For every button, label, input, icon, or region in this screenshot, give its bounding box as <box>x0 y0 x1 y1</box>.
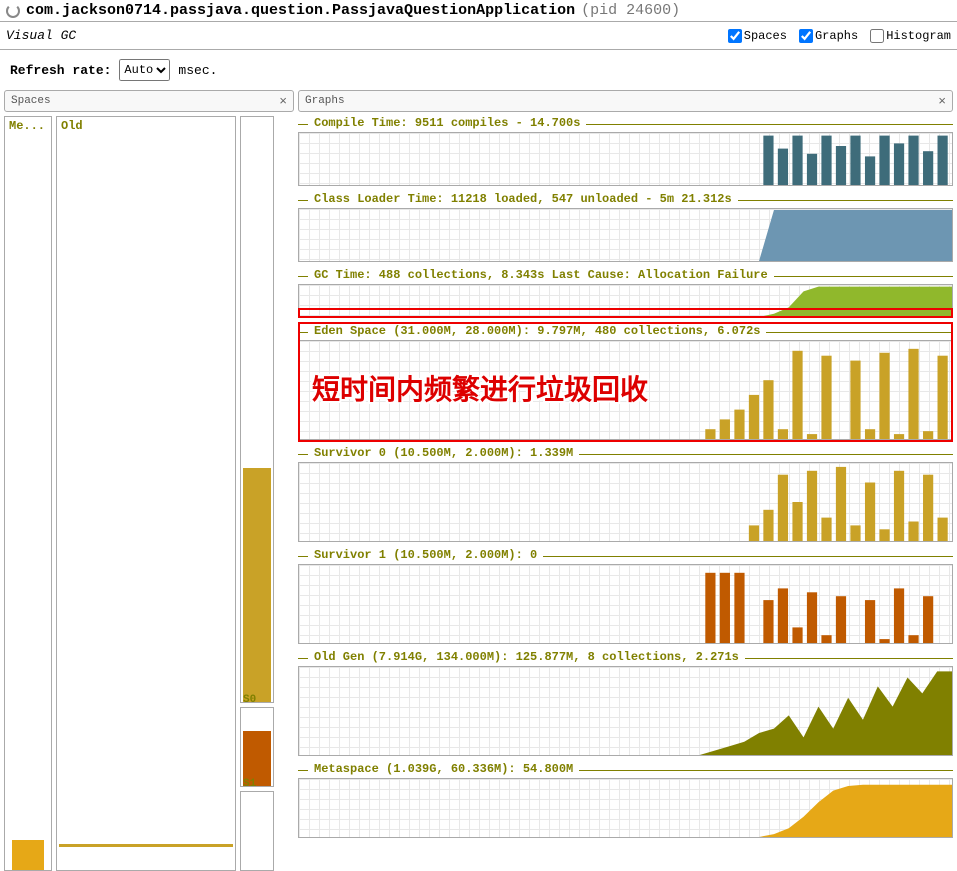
graph-area-gctime <box>298 284 953 318</box>
window-titlebar: com.jackson0714.passjava.question.Passja… <box>0 0 957 22</box>
graphs-panel: Graphs × Compile Time: 9511 compiles - 1… <box>298 90 953 871</box>
checkbox-graphs-input[interactable] <box>799 29 813 43</box>
graph-area-s1 <box>298 564 953 644</box>
graph-title-eden: Eden Space (31.000M, 28.000M): 9.797M, 4… <box>308 324 766 338</box>
close-icon[interactable]: × <box>279 94 287 109</box>
graph-title-oldgen: Old Gen (7.914G, 134.000M): 125.877M, 8 … <box>308 650 745 664</box>
checkbox-histogram-input[interactable] <box>870 29 884 43</box>
graph-oldgen: Old Gen (7.914G, 134.000M): 125.877M, 8 … <box>298 650 953 756</box>
graph-meta: Metaspace (1.039G, 60.336M): 54.800M <box>298 762 953 838</box>
space-eden-bar <box>243 468 271 702</box>
graphs-panel-header: Graphs × <box>298 90 953 112</box>
space-me: Me... <box>4 116 52 871</box>
checkbox-graphs[interactable]: Graphs <box>799 29 858 43</box>
refresh-select[interactable]: Auto <box>119 59 170 81</box>
graph-s1: Survivor 1 (10.500M, 2.000M): 0 <box>298 548 953 644</box>
checkbox-spaces[interactable]: Spaces <box>728 29 787 43</box>
pid-text: (pid 24600) <box>581 2 680 19</box>
space-eden <box>240 116 274 703</box>
graph-title-compile: Compile Time: 9511 compiles - 14.700s <box>308 116 586 130</box>
space-old: Old <box>56 116 236 871</box>
graph-area-s0 <box>298 462 953 542</box>
graph-title-s1: Survivor 1 (10.500M, 2.000M): 0 <box>308 548 543 562</box>
refresh-unit: msec. <box>178 63 217 78</box>
graph-area-meta <box>298 778 953 838</box>
toolbar: Visual GC Spaces Graphs Histogram <box>0 22 957 50</box>
graph-area-classloader <box>298 208 953 262</box>
close-icon[interactable]: × <box>938 94 946 109</box>
graph-title-gctime: GC Time: 488 collections, 8.343s Last Ca… <box>308 268 774 282</box>
spinner-icon <box>6 4 20 18</box>
graph-area-compile <box>298 132 953 186</box>
graph-title-s0: Survivor 0 (10.500M, 2.000M): 1.339M <box>308 446 579 460</box>
spaces-panel: Spaces × Me... Old S0 S1 <box>4 90 294 871</box>
space-s0: S0 <box>240 707 274 787</box>
spaces-body: Me... Old S0 S1 <box>4 112 294 871</box>
space-me-bar <box>12 840 44 870</box>
graph-classloader: Class Loader Time: 11218 loaded, 547 unl… <box>298 192 953 262</box>
checkbox-spaces-input[interactable] <box>728 29 742 43</box>
graph-title-meta: Metaspace (1.039G, 60.336M): 54.800M <box>308 762 579 776</box>
refresh-label: Refresh rate: <box>10 63 111 78</box>
graph-s0: Survivor 0 (10.500M, 2.000M): 1.339M <box>298 446 953 542</box>
spaces-panel-header: Spaces × <box>4 90 294 112</box>
space-old-bar <box>59 844 233 848</box>
graph-area-oldgen <box>298 666 953 756</box>
tab-name: Visual GC <box>6 28 76 43</box>
checkbox-histogram[interactable]: Histogram <box>870 29 951 43</box>
title-text: com.jackson0714.passjava.question.Passja… <box>26 2 575 19</box>
space-stack: S0 S1 <box>240 116 274 871</box>
graphs-body: Compile Time: 9511 compiles - 14.700s Cla… <box>298 112 953 871</box>
annotation-text: 短时间内频繁进行垃圾回收 <box>312 368 648 408</box>
space-s1: S1 <box>240 791 274 871</box>
refresh-row: Refresh rate: Auto msec. <box>0 50 957 90</box>
graph-title-classloader: Class Loader Time: 11218 loaded, 547 unl… <box>308 192 738 206</box>
graph-compile: Compile Time: 9511 compiles - 14.700s <box>298 116 953 186</box>
graph-gctime: GC Time: 488 collections, 8.343s Last Ca… <box>298 268 953 318</box>
